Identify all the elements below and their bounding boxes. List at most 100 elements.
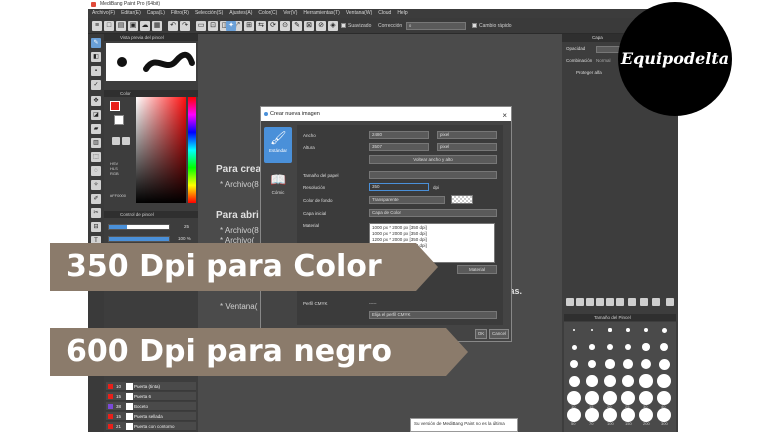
brush-size-dot[interactable] [643, 327, 649, 333]
cambio-checkbox[interactable] [472, 23, 477, 28]
brush-size-dot[interactable] [639, 374, 653, 388]
brush-size-dot[interactable] [571, 344, 577, 350]
brush-size-dot[interactable] [640, 358, 652, 370]
alto-input[interactable]: 3507 [369, 143, 429, 151]
brush-size-dot[interactable] [603, 391, 617, 405]
menu-item[interactable]: Capa(L) [147, 9, 165, 18]
layer-down-icon[interactable] [576, 298, 584, 306]
ancho-input[interactable]: 2480 [369, 131, 429, 139]
brush-size-dot[interactable] [626, 328, 630, 332]
layer-row[interactable]: 10 Puerta (tinta) [106, 382, 196, 391]
select-all-icon[interactable]: ▭ [196, 21, 206, 31]
eraser-tool-icon[interactable]: ◧ [91, 52, 101, 62]
folder-icon[interactable] [616, 298, 624, 306]
brush-size-dot[interactable] [608, 328, 612, 332]
layer-row[interactable]: 15 Puerta sellada [106, 412, 196, 421]
layer-row[interactable]: 15 Puerta 6 [106, 392, 196, 401]
menu-item[interactable]: Help [397, 9, 407, 18]
brush-size-dot[interactable] [570, 360, 578, 368]
color-mode-rgb[interactable]: RGB [110, 171, 119, 176]
active-tool-icon[interactable]: ✦ [226, 21, 236, 31]
brush-size-dot[interactable] [639, 408, 653, 422]
opacity-slider[interactable] [108, 236, 170, 242]
brush-size-dot[interactable] [621, 391, 635, 405]
lasso-tool-icon[interactable]: ◌ [91, 166, 101, 176]
category-comic[interactable]: 📖 Cómic [264, 169, 292, 205]
brush-size-dot[interactable] [603, 408, 617, 422]
brush-size-dot[interactable] [642, 343, 650, 351]
cloud-icon[interactable]: ☁ [140, 21, 150, 31]
menu-item[interactable]: Filtro(R) [171, 9, 189, 18]
grid-icon[interactable]: ▦ [152, 21, 162, 31]
brush-size-dot[interactable] [661, 327, 667, 333]
add-layer-icon[interactable] [586, 298, 594, 306]
combinacion-value[interactable]: Normal [596, 58, 611, 63]
menu-item[interactable]: Ver(V) [283, 9, 297, 18]
brush-size-dot[interactable] [567, 391, 581, 405]
gradient-tool-icon[interactable]: ▥ [91, 138, 101, 148]
brush-size-dot[interactable] [657, 391, 671, 405]
menu-item[interactable]: Archivo(F) [92, 9, 115, 18]
foreground-color-swatch[interactable] [110, 101, 120, 111]
brush-size-dot[interactable] [585, 391, 599, 405]
brush-size-dot[interactable] [621, 374, 635, 388]
brush-size-dot[interactable] [605, 359, 615, 369]
brush-size-dot[interactable] [639, 391, 653, 405]
redo-icon[interactable]: ↷ [180, 21, 190, 31]
menu-item[interactable]: Editar(E) [121, 9, 141, 18]
add-material-button[interactable]: Material [457, 265, 497, 274]
select-tool-icon[interactable]: ⬚ [91, 152, 101, 162]
snap-icon[interactable]: ⊞ [244, 21, 254, 31]
stabilizer-icon[interactable]: ◈ [328, 21, 338, 31]
menu-item[interactable]: Ventana(W) [346, 9, 372, 18]
layer-color-icon[interactable] [108, 414, 113, 419]
brush-size-dot[interactable] [621, 408, 635, 422]
brush-size-dot[interactable] [568, 375, 580, 387]
saturation-value-field[interactable] [136, 97, 186, 203]
bucket-tool-icon[interactable]: ▰ [91, 124, 101, 134]
deselect-icon[interactable]: ⊡ [208, 21, 218, 31]
brush-size-dot[interactable] [585, 408, 599, 422]
cancel-button[interactable]: Cancel [489, 329, 509, 339]
brush-size-dot[interactable] [658, 358, 670, 370]
menu-item[interactable]: Cloud [378, 9, 391, 18]
select-eraser-icon[interactable]: ✂ [91, 208, 101, 218]
open-file-icon[interactable]: ▤ [116, 21, 126, 31]
ok-button[interactable]: OK [475, 329, 487, 339]
brush-size-dot[interactable] [573, 329, 575, 331]
layer-color-icon[interactable] [108, 394, 113, 399]
select-pen-icon[interactable]: ✐ [91, 194, 101, 204]
settings-icon[interactable] [652, 298, 660, 306]
hue-slider[interactable] [188, 97, 196, 203]
mask-icon[interactable] [628, 298, 636, 306]
move-tool-icon[interactable]: ✥ [91, 96, 101, 106]
brush-size-dot[interactable] [586, 375, 598, 387]
layer-row[interactable]: 38 Boceto [106, 402, 196, 411]
brush-size-dot[interactable] [657, 374, 671, 388]
merge-layer-icon[interactable] [606, 298, 614, 306]
fill-tool-icon[interactable]: ◪ [91, 110, 101, 120]
layer-color-icon[interactable] [108, 404, 113, 409]
resolucion-input[interactable]: 350 [369, 183, 429, 191]
layer-color-icon[interactable] [108, 424, 113, 429]
opacidad-field[interactable] [596, 46, 620, 53]
layer-color-icon[interactable] [108, 384, 113, 389]
menu-item[interactable]: Ajustes(A) [229, 9, 252, 18]
brush-size-dot[interactable] [623, 359, 633, 369]
symmetry-icon[interactable]: ⊘ [316, 21, 326, 31]
save-icon[interactable]: ▣ [128, 21, 138, 31]
brush-size-dot[interactable] [589, 344, 595, 350]
capa-inicial-select[interactable]: Capa de Color [369, 209, 497, 217]
ruler-icon[interactable]: ⊠ [304, 21, 314, 31]
suavizado-checkbox[interactable] [341, 23, 346, 28]
magic-wand-icon[interactable]: ✧ [91, 180, 101, 190]
brush-size-dot[interactable] [567, 408, 581, 422]
hex-value[interactable]: #FF0000 [110, 193, 126, 198]
dialog-close-icon[interactable]: × [502, 109, 507, 123]
brush-size-dot[interactable] [590, 328, 594, 332]
swap-dimensions-button[interactable]: Voltear ancho y alto [369, 155, 497, 164]
brush-size-dot[interactable] [657, 408, 671, 422]
brush-tool-icon[interactable]: ✎ [91, 38, 101, 48]
palette-icon[interactable] [112, 137, 120, 145]
trash-icon[interactable] [666, 298, 674, 306]
